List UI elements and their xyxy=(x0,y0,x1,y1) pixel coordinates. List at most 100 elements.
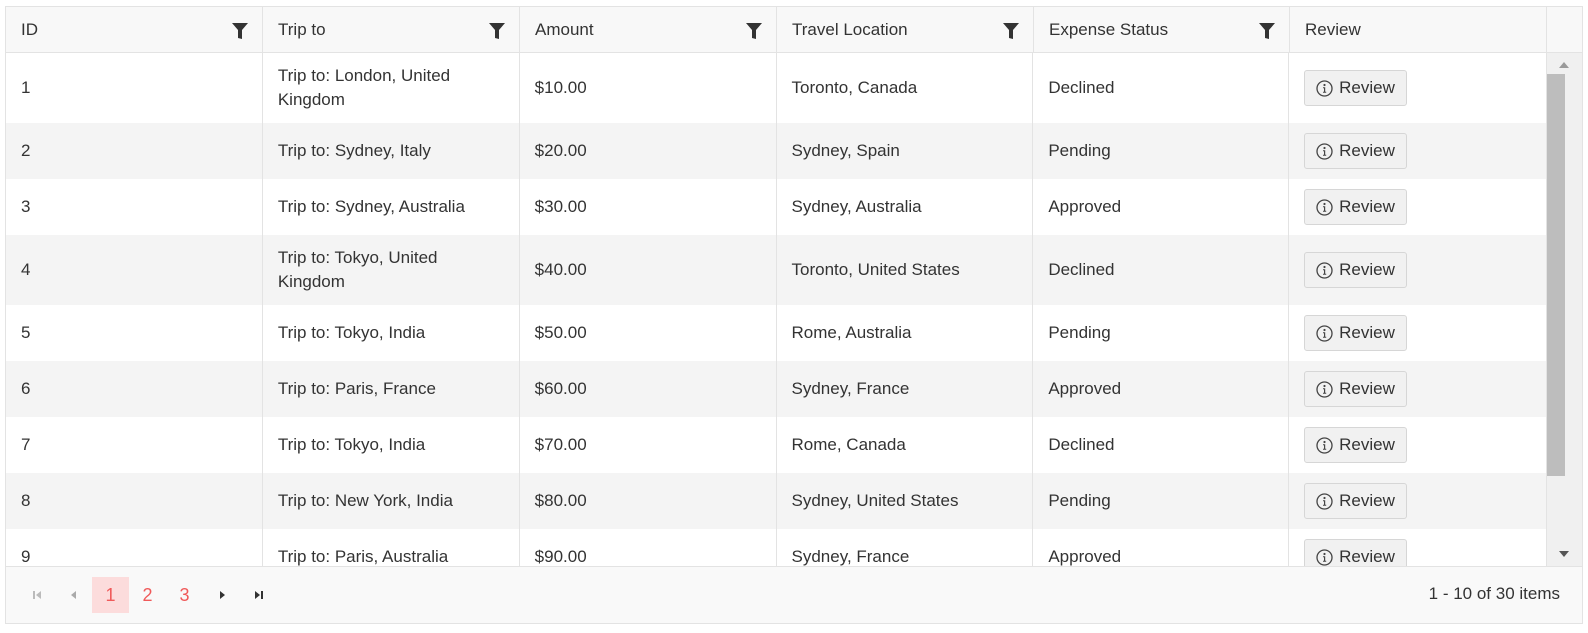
cell-id: 6 xyxy=(6,361,263,417)
cell-travel-location: Sydney, France xyxy=(777,529,1034,566)
page-2-button[interactable]: 2 xyxy=(129,577,166,613)
review-button-label: Review xyxy=(1339,379,1395,398)
cell-id: 7 xyxy=(6,417,263,473)
review-button-label: Review xyxy=(1339,547,1395,566)
cell-travel-location: Sydney, United States xyxy=(777,473,1034,529)
info-circle-icon xyxy=(1316,380,1333,398)
next-page-button[interactable] xyxy=(203,577,240,613)
cell-expense-status: Pending xyxy=(1033,473,1290,529)
review-button[interactable]: Review xyxy=(1304,483,1407,519)
cell-id: 1 xyxy=(6,53,263,123)
page-1-button[interactable]: 1 xyxy=(92,577,129,613)
next-page-icon xyxy=(219,591,225,599)
grid-pager: 123 1 - 10 of 30 items xyxy=(6,566,1582,623)
review-button[interactable]: Review xyxy=(1304,427,1407,463)
cell-trip-to: Trip to: Tokyo, India xyxy=(263,417,520,473)
cell-review: Review xyxy=(1289,417,1546,473)
cell-amount: $50.00 xyxy=(520,305,777,361)
cell-review: Review xyxy=(1289,123,1546,179)
cell-trip-to: Trip to: New York, India xyxy=(263,473,520,529)
column-header-label: ID xyxy=(21,19,38,39)
filter-icon[interactable] xyxy=(746,22,762,39)
column-header-review: Review xyxy=(1290,7,1547,52)
review-button-label: Review xyxy=(1339,78,1395,97)
table-row: 7 Trip to: Tokyo, India $70.00 Rome, Canada… xyxy=(6,417,1546,473)
cell-travel-location: Toronto, Canada xyxy=(777,53,1034,123)
review-button[interactable]: Review xyxy=(1304,70,1407,106)
cell-travel-location: Sydney, Spain xyxy=(777,123,1034,179)
cell-id: 8 xyxy=(6,473,263,529)
cell-travel-location: Sydney, France xyxy=(777,361,1034,417)
cell-expense-status: Pending xyxy=(1033,123,1290,179)
cell-id: 3 xyxy=(6,179,263,235)
review-button[interactable]: Review xyxy=(1304,189,1407,225)
column-header-expense-status[interactable]: Expense Status xyxy=(1034,7,1290,52)
table-row: 1 Trip to: London, United Kingdom $10.00 To… xyxy=(6,53,1546,123)
table-row: 3 Trip to: Sydney, Australia $30.00 Sydney,… xyxy=(6,179,1546,235)
cell-id: 5 xyxy=(6,305,263,361)
info-circle-icon xyxy=(1316,436,1333,454)
cell-expense-status: Declined xyxy=(1033,235,1290,305)
scrollbar-thumb[interactable] xyxy=(1547,74,1565,476)
pager-controls: 123 xyxy=(18,577,277,613)
cell-trip-to: Trip to: Paris, France xyxy=(263,361,520,417)
scroll-up-arrow-icon[interactable] xyxy=(1559,62,1569,68)
review-button[interactable]: Review xyxy=(1304,133,1407,169)
column-header-id[interactable]: ID xyxy=(6,7,263,52)
column-header-travel-location[interactable]: Travel Location xyxy=(777,7,1034,52)
cell-amount: $60.00 xyxy=(520,361,777,417)
cell-id: 4 xyxy=(6,235,263,305)
info-circle-icon xyxy=(1316,261,1333,279)
cell-expense-status: Approved xyxy=(1033,529,1290,566)
filter-icon[interactable] xyxy=(489,22,505,39)
cell-travel-location: Sydney, Australia xyxy=(777,179,1034,235)
page-numbers: 123 xyxy=(92,577,203,613)
column-header-trip-to[interactable]: Trip to xyxy=(263,7,520,52)
cell-review: Review xyxy=(1289,305,1546,361)
table-row: 4 Trip to: Tokyo, United Kingdom $40.00 Tor… xyxy=(6,235,1546,305)
column-header-amount[interactable]: Amount xyxy=(520,7,777,52)
info-circle-icon xyxy=(1316,142,1333,160)
page-3-button[interactable]: 3 xyxy=(166,577,203,613)
cell-trip-to: Trip to: Tokyo, India xyxy=(263,305,520,361)
first-page-button[interactable] xyxy=(18,577,55,613)
info-circle-icon xyxy=(1316,324,1333,342)
cell-trip-to: Trip to: Paris, Australia xyxy=(263,529,520,566)
table-row: 9 Trip to: Paris, Australia $90.00 Sydney, … xyxy=(6,529,1546,566)
header-scrollbar-spacer xyxy=(1547,7,1582,52)
cell-expense-status: Declined xyxy=(1033,417,1290,473)
cell-amount: $20.00 xyxy=(520,123,777,179)
review-button[interactable]: Review xyxy=(1304,539,1407,566)
info-circle-icon xyxy=(1316,548,1333,566)
cell-review: Review xyxy=(1289,361,1546,417)
review-button[interactable]: Review xyxy=(1304,315,1407,351)
column-header-label: Trip to xyxy=(278,19,326,39)
previous-page-button[interactable] xyxy=(55,577,92,613)
last-page-icon xyxy=(254,591,263,599)
filter-icon[interactable] xyxy=(1003,22,1019,39)
filter-icon[interactable] xyxy=(1259,22,1275,39)
cell-expense-status: Declined xyxy=(1033,53,1290,123)
cell-id: 2 xyxy=(6,123,263,179)
review-button[interactable]: Review xyxy=(1304,252,1407,288)
cell-amount: $70.00 xyxy=(520,417,777,473)
cell-review: Review xyxy=(1289,529,1546,566)
cell-amount: $30.00 xyxy=(520,179,777,235)
cell-amount: $10.00 xyxy=(520,53,777,123)
last-page-button[interactable] xyxy=(240,577,277,613)
table-row: 2 Trip to: Sydney, Italy $20.00 Sydney, Spa… xyxy=(6,123,1546,179)
cell-expense-status: Approved xyxy=(1033,179,1290,235)
vertical-scrollbar[interactable] xyxy=(1546,53,1582,566)
review-button[interactable]: Review xyxy=(1304,371,1407,407)
cell-travel-location: Toronto, United States xyxy=(777,235,1034,305)
review-button-label: Review xyxy=(1339,491,1395,510)
review-button-label: Review xyxy=(1339,197,1395,216)
filter-icon[interactable] xyxy=(232,22,248,39)
grid-rows: 1 Trip to: London, United Kingdom $10.00 To… xyxy=(6,53,1546,566)
table-row: 8 Trip to: New York, India $80.00 Sydney, U… xyxy=(6,473,1546,529)
table-row: 5 Trip to: Tokyo, India $50.00 Rome, Austra… xyxy=(6,305,1546,361)
scroll-down-arrow-icon[interactable] xyxy=(1559,551,1569,557)
cell-travel-location: Rome, Australia xyxy=(777,305,1034,361)
review-button-label: Review xyxy=(1339,141,1395,160)
review-button-label: Review xyxy=(1339,435,1395,454)
